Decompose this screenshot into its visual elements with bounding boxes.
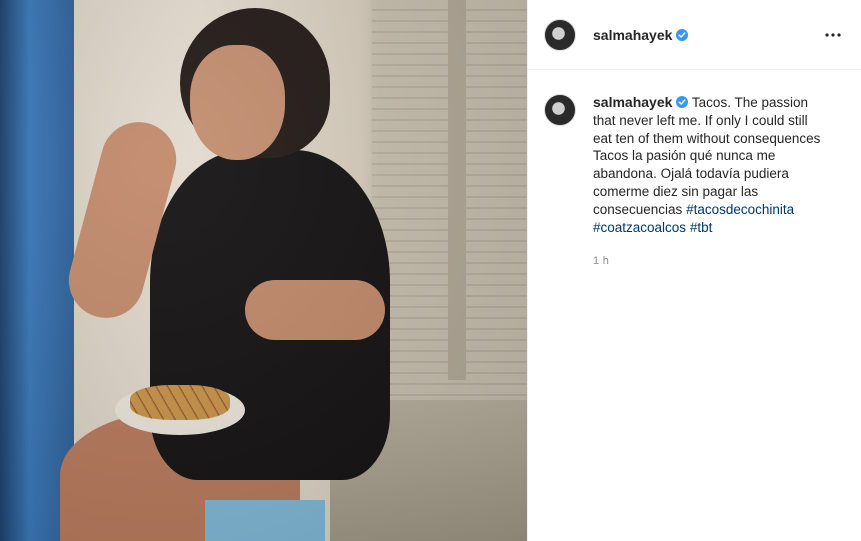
author-username-link[interactable]: salmahayek (593, 27, 689, 43)
author-avatar[interactable] (544, 18, 576, 51)
more-options-button[interactable] (821, 23, 845, 47)
hashtag-link[interactable]: #tacosdecochinita (686, 202, 794, 217)
caption-author-avatar[interactable] (544, 94, 576, 126)
post-header: salmahayek (528, 0, 861, 70)
hashtag-link[interactable]: #tbt (690, 220, 713, 235)
hashtag-link[interactable]: #coatzacoalcos (593, 220, 686, 235)
more-horizontal-icon (825, 32, 841, 37)
caption-verified-badge-icon (676, 96, 689, 108)
post-sidebar: salmahayek salmahayek Tacos. The passion… (527, 0, 861, 541)
post-photo[interactable] (0, 0, 527, 541)
caption-body: salmahayek Tacos. The passion that never… (593, 94, 823, 271)
post-caption: salmahayek Tacos. The passion that never… (528, 70, 861, 271)
photo-overlay (0, 0, 527, 541)
verified-badge-icon (676, 28, 689, 41)
post-container: salmahayek salmahayek Tacos. The passion… (0, 0, 861, 541)
post-timestamp[interactable]: 1 h (593, 253, 823, 271)
caption-text: Tacos. The passion that never left me. I… (593, 95, 821, 217)
author-username[interactable]: salmahayek (593, 27, 672, 43)
caption-username[interactable]: salmahayek (593, 94, 672, 110)
